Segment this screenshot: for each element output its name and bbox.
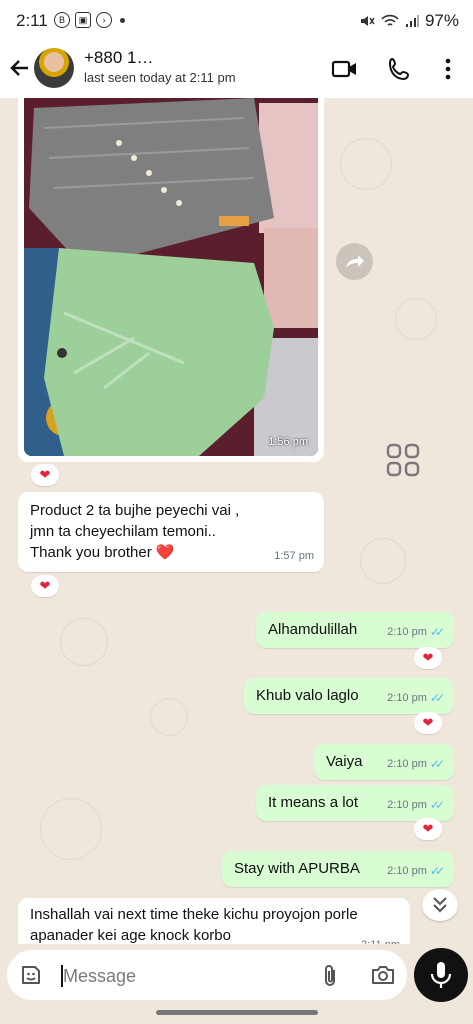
doodle-pattern <box>60 618 108 666</box>
grid-icon <box>386 443 420 477</box>
message-text: Alhamdulillah <box>268 621 358 638</box>
message-time: 2:10 pm <box>387 692 427 704</box>
message-time: 2:11 pm <box>361 935 400 944</box>
message-time: 2:10 pm <box>387 799 427 811</box>
read-ticks-icon: ✓✓ <box>429 625 445 639</box>
back-arrow-icon[interactable] <box>8 54 32 82</box>
message-time: 2:10 pm <box>387 626 427 638</box>
double-chevron-down-icon <box>433 897 447 913</box>
message-text: Khub valo laglo <box>256 687 359 704</box>
read-ticks-icon: ✓✓ <box>429 798 445 812</box>
jackets-image <box>24 98 318 456</box>
more-options-icon[interactable] <box>433 54 463 84</box>
chat-header: +880 1… last seen today at 2:11 pm <box>0 42 473 98</box>
outgoing-message[interactable]: Stay with APURBA 2:10 pm ✓✓ <box>222 851 454 887</box>
camera-icon[interactable] <box>370 963 396 987</box>
outgoing-message[interactable]: Khub valo laglo 2:10 pm ✓✓ <box>244 678 454 714</box>
message-line: Inshallah vai next time theke kichu proy… <box>30 906 358 923</box>
attach-icon[interactable] <box>318 963 342 989</box>
scroll-to-bottom-button[interactable] <box>422 889 458 921</box>
heart-reaction[interactable]: ❤ <box>414 647 442 669</box>
message-text: It means a lot <box>268 794 359 811</box>
message-input-container[interactable] <box>7 950 407 1000</box>
message-line: jmn ta cheyechilam temoni.. <box>30 523 216 540</box>
contact-name[interactable]: +880 1… <box>84 48 153 68</box>
forward-arrow-icon <box>346 255 364 268</box>
forward-button[interactable] <box>336 243 373 280</box>
chat-area[interactable]: 1:56 pm ❤ Product 2 ta bujhe peyechi vai… <box>0 98 473 944</box>
message-input[interactable] <box>61 963 305 989</box>
outgoing-message[interactable]: It means a lot 2:10 pm ✓✓ <box>256 785 454 821</box>
sticker-icon[interactable] <box>19 963 43 987</box>
chevron-circle-icon: › <box>96 12 112 28</box>
gesture-nav-bar[interactable] <box>156 1010 318 1015</box>
doodle-pattern <box>360 538 406 584</box>
message-line: Thank you brother ❤️ <box>30 544 175 561</box>
message-text: Vaiya <box>326 753 363 770</box>
heart-reaction[interactable]: ❤ <box>31 464 59 486</box>
incoming-message[interactable]: Product 2 ta bujhe peyechi vai , jmn ta … <box>18 492 324 572</box>
heart-reaction[interactable]: ❤ <box>414 712 442 734</box>
message-line: apanader kei age knock korbo <box>30 927 231 944</box>
image-message[interactable]: 1:56 pm <box>18 98 324 462</box>
video-call-icon[interactable] <box>330 54 360 84</box>
read-ticks-icon: ✓✓ <box>429 864 445 878</box>
doodle-pattern <box>150 698 188 736</box>
image-icon: ▣ <box>75 12 91 28</box>
product-photo[interactable]: 1:56 pm <box>24 98 318 456</box>
outgoing-message[interactable]: Vaiya 2:10 pm ✓✓ <box>314 744 454 780</box>
status-time: 2:11 <box>16 11 48 30</box>
message-time: 2:10 pm <box>387 865 427 877</box>
b-circle-icon: B <box>54 12 70 28</box>
outgoing-message[interactable]: Alhamdulillah 2:10 pm ✓✓ <box>256 612 454 648</box>
wifi-icon <box>381 14 399 26</box>
heart-reaction[interactable]: ❤ <box>31 575 59 597</box>
message-time: 1:57 pm <box>274 550 314 562</box>
voice-call-icon[interactable] <box>385 54 415 84</box>
voice-message-button[interactable] <box>414 948 468 1002</box>
signal-icon <box>405 15 419 27</box>
read-ticks-icon: ✓✓ <box>429 757 445 771</box>
battery-level: 97% <box>424 11 459 30</box>
avatar[interactable] <box>34 48 74 88</box>
doodle-pattern <box>40 798 102 860</box>
read-ticks-icon: ✓✓ <box>429 691 445 705</box>
mute-icon <box>360 16 375 26</box>
message-text: Stay with APURBA <box>234 860 360 877</box>
dot-icon <box>120 17 125 23</box>
message-time: 1:56 pm <box>268 436 308 448</box>
doodle-pattern <box>395 298 437 340</box>
message-line: Product 2 ta bujhe peyechi vai , <box>30 502 240 519</box>
doodle-pattern <box>340 138 392 190</box>
message-time: 2:10 pm <box>387 758 427 770</box>
last-seen-status: last seen today at 2:11 pm <box>84 70 236 85</box>
microphone-icon <box>430 962 452 988</box>
heart-reaction[interactable]: ❤ <box>414 818 442 840</box>
status-bar: 2:11 B ▣ › 97% <box>0 0 473 42</box>
incoming-message[interactable]: Inshallah vai next time theke kichu proy… <box>18 898 410 944</box>
